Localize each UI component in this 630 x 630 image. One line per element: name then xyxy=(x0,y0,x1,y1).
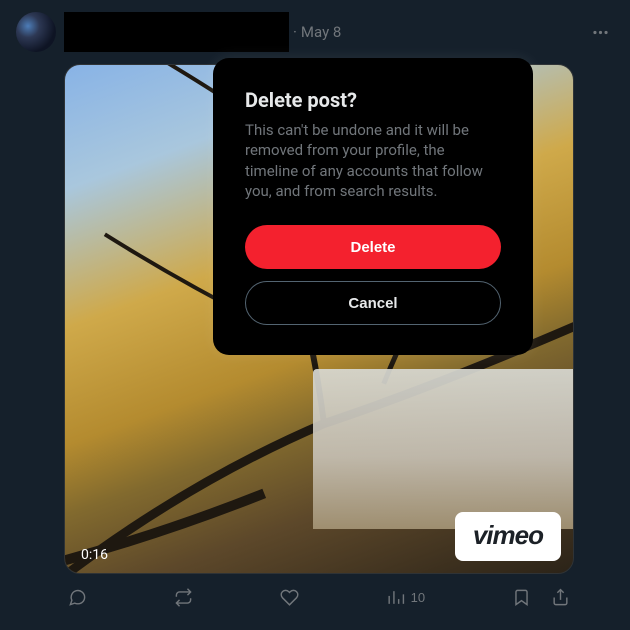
views-count: 10 xyxy=(411,590,425,605)
repost-icon xyxy=(174,588,193,607)
post-date[interactable]: May 8 xyxy=(301,23,341,41)
author-block: · May 8 xyxy=(64,12,579,52)
ellipsis-icon xyxy=(591,23,610,42)
share-button[interactable] xyxy=(547,584,574,611)
share-icon xyxy=(551,588,570,607)
meta-separator: · xyxy=(293,23,297,41)
more-options-button[interactable] xyxy=(587,19,614,46)
post-actions: 10 xyxy=(64,584,574,611)
dialog-body: This can't be undone and it will be remo… xyxy=(245,120,501,201)
video-duration: 0:16 xyxy=(75,545,114,565)
bookmark-icon xyxy=(512,588,531,607)
speech-bubble-icon xyxy=(68,588,87,607)
picture-in-picture-preview xyxy=(313,369,573,529)
dialog-buttons: Delete Cancel xyxy=(245,225,501,325)
dialog-title: Delete post? xyxy=(245,88,501,112)
like-button[interactable] xyxy=(276,584,303,611)
chart-icon xyxy=(386,588,405,607)
cancel-button[interactable]: Cancel xyxy=(245,281,501,325)
reply-button[interactable] xyxy=(64,584,91,611)
post-header: · May 8 xyxy=(16,12,614,52)
delete-button[interactable]: Delete xyxy=(245,225,501,269)
views-button[interactable]: 10 xyxy=(382,584,429,611)
bookmark-button[interactable] xyxy=(508,584,535,611)
repost-button[interactable] xyxy=(170,584,197,611)
heart-icon xyxy=(280,588,299,607)
delete-post-dialog: Delete post? This can't be undone and it… xyxy=(213,58,533,355)
brand-badge: vimeo xyxy=(455,512,561,561)
avatar[interactable] xyxy=(16,12,56,52)
author-name-redacted xyxy=(64,12,289,52)
